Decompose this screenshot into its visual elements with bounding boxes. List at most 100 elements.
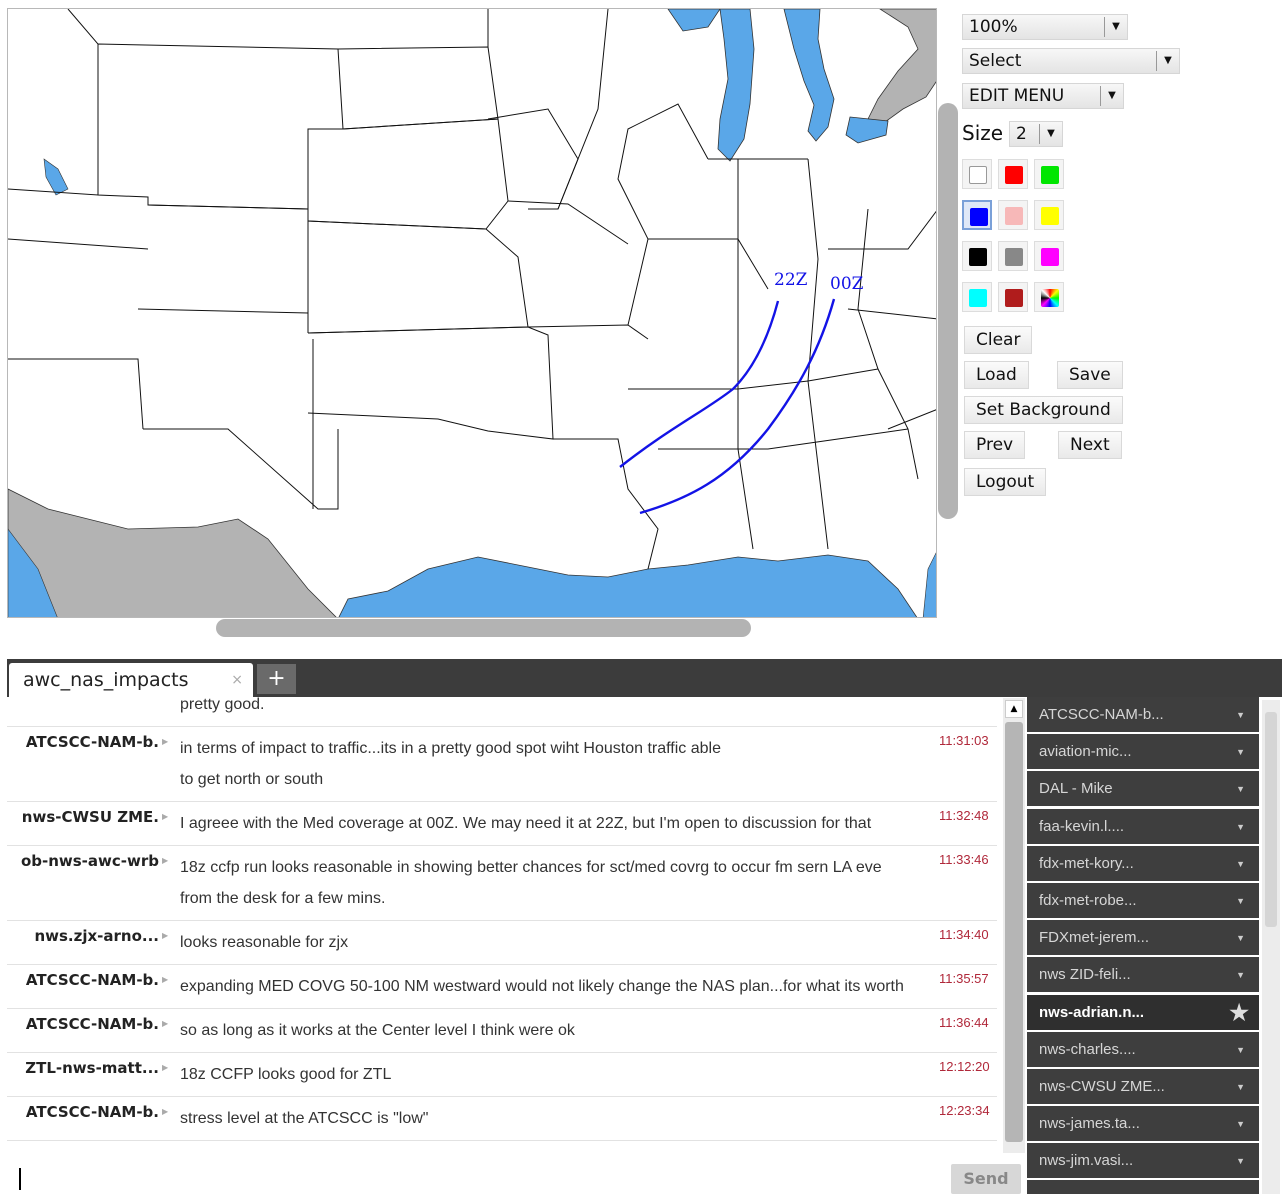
chevron-down-icon[interactable]: ▼	[1236, 1144, 1245, 1179]
message-timestamp: 11:31:03	[937, 733, 989, 748]
user-list-item[interactable]: faa-kevin.l.... ▼	[1027, 808, 1259, 845]
caret-right-icon: ▶	[162, 1019, 169, 1028]
message-timestamp: 12:12:20	[937, 1059, 990, 1074]
tab-awc-nas-impacts[interactable]: awc_nas_impacts ×	[9, 663, 253, 698]
color-swatch-blue[interactable]	[962, 200, 992, 230]
color-swatch-magenta[interactable]	[1034, 241, 1064, 271]
color-swatch-white[interactable]	[962, 159, 992, 189]
prev-button[interactable]: Prev	[964, 431, 1026, 459]
color-swatch-cyan[interactable]	[962, 282, 992, 312]
chevron-down-icon[interactable]: ▼	[1236, 772, 1245, 807]
map-horizontal-scrollbar[interactable]	[216, 619, 751, 637]
select-value: Select	[969, 51, 1022, 71]
user-list-item[interactable]: nws-james.ta... ▼	[1027, 1106, 1259, 1142]
chevron-down-icon: ▼	[1104, 17, 1127, 37]
color-swatch-gray[interactable]	[998, 241, 1028, 271]
scroll-thumb[interactable]	[1005, 722, 1023, 1142]
swatch-color	[969, 166, 987, 184]
next-button[interactable]: Next	[1058, 431, 1122, 459]
star-icon[interactable]: ★	[1229, 995, 1249, 1030]
message-scrollbar[interactable]: ▲	[1003, 698, 1025, 1153]
size-value: 2	[1016, 124, 1027, 144]
swatch-color	[969, 248, 987, 266]
color-swatch-green[interactable]	[1034, 159, 1064, 189]
chevron-down-icon[interactable]: ▼	[1236, 847, 1245, 882]
user-list-item[interactable]: aviation-mic... ▼	[1027, 734, 1259, 770]
message-author[interactable]: nws.zjx-arno...	[34, 927, 159, 945]
user-list-item[interactable]: nws ZID-feli... ▼	[1027, 957, 1259, 993]
close-icon[interactable]: ×	[231, 663, 243, 697]
message-author[interactable]: ATCSCC-NAM-b.	[26, 971, 159, 989]
clear-button[interactable]: Clear	[964, 326, 1033, 354]
color-swatch-pink[interactable]	[998, 200, 1028, 230]
message-author[interactable]: nws-CWSU ZME.	[22, 808, 159, 826]
message-timestamp: 11:32:48	[937, 808, 989, 823]
chevron-down-icon[interactable]: ▼	[1236, 921, 1245, 956]
swatch-color	[1005, 207, 1023, 225]
message-text: Good afternoon. HRRR amd WRF both in agr…	[180, 1141, 940, 1147]
select-dropdown[interactable]: Select ▼	[962, 48, 1180, 74]
chevron-down-icon[interactable]: ▼	[1236, 698, 1245, 733]
logout-button[interactable]: Logout	[964, 468, 1047, 496]
message-author[interactable]: ATCSCC-NAM-b.	[26, 1015, 159, 1033]
chevron-down-icon[interactable]: ▼	[1236, 958, 1245, 993]
message-author[interactable]: ATCSCC-NAM-b.	[26, 733, 159, 751]
zoom-dropdown[interactable]: 100% ▼	[962, 14, 1128, 40]
user-list-item[interactable]: ▼	[1027, 1180, 1259, 1194]
send-button[interactable]: Send	[951, 1164, 1021, 1194]
load-button[interactable]: Load	[964, 361, 1029, 389]
message-input[interactable]	[7, 1160, 947, 1194]
map-canvas[interactable]: 22Z 00Z	[7, 8, 937, 618]
user-list-item[interactable]: ATCSCC-NAM-b... ▼	[1027, 697, 1259, 732]
user-list-item[interactable]: fdx-met-kory... ▼	[1027, 845, 1259, 882]
chevron-down-icon: ▼	[1100, 86, 1123, 106]
custom-color-picker-icon[interactable]	[1034, 282, 1064, 312]
message-row: ZTL-nws-matt... ▶ 18z CCFP looks good for …	[7, 1053, 997, 1097]
label-22z: 22Z	[774, 270, 808, 290]
user-list-item[interactable]: fdx-met-robe... ▼	[1027, 882, 1259, 919]
chevron-down-icon[interactable]: ▼	[1236, 1033, 1245, 1068]
line-00z	[639, 298, 836, 515]
add-tab-button[interactable]: +	[257, 664, 296, 694]
message-author[interactable]: ZTL-nws-matt...	[25, 1059, 159, 1077]
great-lakes	[667, 9, 936, 162]
user-list-item[interactable]: nws-jim.vasi... ▼	[1027, 1143, 1259, 1179]
message-timestamp: 12:23:34	[937, 1103, 990, 1118]
edit-menu-dropdown[interactable]: EDIT MENU ▼	[962, 83, 1124, 109]
color-swatch-red[interactable]	[998, 159, 1028, 189]
tab-label: awc_nas_impacts	[23, 669, 189, 691]
message-list[interactable]: pretty good. ATCSCC-NAM-b. ▶ in terms of im…	[7, 697, 997, 1147]
chevron-down-icon[interactable]: ▼	[1236, 735, 1245, 770]
swatch-color	[1041, 248, 1059, 266]
user-list-item[interactable]: DAL - Mike ▼	[1027, 771, 1259, 807]
map-vertical-scrollbar[interactable]	[938, 103, 958, 519]
scroll-thumb[interactable]	[1265, 712, 1277, 927]
message-row: nws.zjx-arno... ▶ looks reasonable for zjx…	[7, 921, 997, 965]
size-dropdown[interactable]: 2 ▼	[1009, 121, 1063, 147]
chevron-down-icon[interactable]: ▼	[1236, 1107, 1245, 1142]
save-button[interactable]: Save	[1057, 361, 1123, 389]
chevron-down-icon[interactable]: ▼	[1236, 884, 1245, 919]
chevron-down-icon[interactable]: ▼	[1236, 810, 1245, 845]
message-line: stress level at the ATCSCC is "low"	[180, 1110, 429, 1127]
user-list-item[interactable]: FDXmet-jerem... ▼	[1027, 920, 1259, 956]
message-text: 18z CCFP looks good for ZTL	[180, 1053, 940, 1096]
message-author[interactable]: ob-nws-awc-wrb	[21, 852, 159, 870]
user-list-item[interactable]: nws-charles.... ▼	[1027, 1031, 1259, 1068]
user-list-item[interactable]: nws-CWSU ZME... ▼	[1027, 1068, 1259, 1105]
user-list-item[interactable]: nws-adrian.n... ★	[1027, 994, 1259, 1030]
chevron-down-icon[interactable]: ▼	[1236, 1070, 1245, 1105]
user-list-scrollbar[interactable]	[1262, 700, 1280, 1194]
color-swatch-dark-red[interactable]	[998, 282, 1028, 312]
chevron-down-icon[interactable]: ▼	[1236, 1181, 1245, 1194]
swatch-color	[969, 289, 987, 307]
color-swatch-black[interactable]	[962, 241, 992, 271]
set-background-button[interactable]: Set Background	[964, 396, 1123, 424]
message-author[interactable]: ATCSCC-NAM-b.	[26, 1103, 159, 1121]
scroll-up-icon[interactable]: ▲	[1005, 700, 1023, 718]
color-swatch-yellow[interactable]	[1034, 200, 1064, 230]
user-name: fdx-met-kory...	[1039, 854, 1134, 872]
message-line: expanding MED COVG 50-100 NM westward wo…	[180, 978, 904, 995]
message-text: so as long as it works at the Center lev…	[180, 1009, 940, 1052]
message-line: I agreee with the Med coverage at 00Z. W…	[180, 815, 872, 832]
